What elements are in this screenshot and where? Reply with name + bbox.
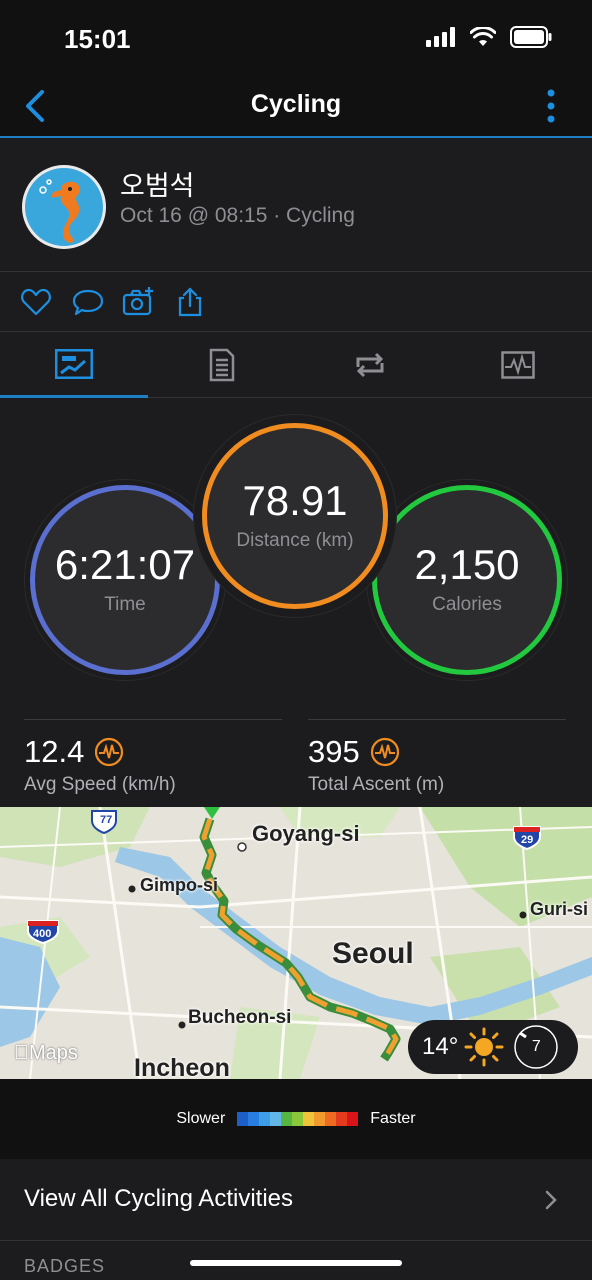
time-label: Time [104,594,146,615]
map-label-gimpo: Gimpo-si [140,875,219,895]
total-ascent-label: Total Ascent (m) [308,774,445,795]
tab-laps[interactable] [296,332,444,398]
tab-overview[interactable] [0,332,148,398]
sun-icon [464,1027,504,1067]
wifi-icon [470,27,496,46]
badges-heading: BADGES [24,1256,106,1276]
user-name[interactable]: 오범석 [120,164,195,203]
apple-maps-logo: Maps [14,1042,78,1064]
status-bar: 15:01 [0,0,592,78]
like-heart-icon[interactable] [20,286,52,318]
weather-temp: 14° [422,1033,459,1060]
page-title: Cycling [250,90,342,118]
avg-speed-label: Avg Speed (km/h) [24,774,176,795]
map-label-incheon: Incheon [134,1054,230,1079]
legend-segment-6 [303,1112,315,1126]
wind-indicator: 7 [512,1023,560,1071]
comment-icon[interactable] [72,286,104,318]
pulse-chart-icon [370,737,399,767]
share-icon[interactable] [174,286,206,318]
calories-value: 2,150 [414,541,520,588]
tab-charts[interactable] [444,332,592,398]
legend-segment-2 [259,1112,271,1126]
legend-slower: Slower [176,1110,226,1127]
map-label-guri: Guri-si [530,899,589,919]
avatar[interactable] [22,165,106,249]
weather-badge[interactable]: 14° 7 [408,1020,578,1074]
map-label-bucheon: Bucheon-si [188,1007,292,1028]
calories-ring: 2,150 Calories [372,485,562,675]
battery-icon [510,26,552,48]
route-map[interactable]: 77 29 400 Goyang-si Gimpo-si Seoul Guri-… [0,807,592,1079]
signal-icon [426,27,455,47]
activity-tabs [0,332,592,398]
legend-faster: Faster [370,1110,416,1127]
legend-segment-0 [237,1112,249,1126]
highway-shield-400: 400 [33,928,52,940]
activity-chart-icon [501,351,535,379]
speed-gradient-bar [237,1112,359,1126]
time-value: 6:21:07 [54,541,196,588]
seahorse-icon [39,179,80,243]
legend-segment-9 [336,1112,348,1126]
legend-segment-10 [347,1112,359,1126]
view-all-label: View All Cycling Activities [24,1185,293,1212]
overview-chart-icon [55,348,93,379]
legend-segment-5 [292,1112,304,1126]
status-icons [426,26,552,48]
highway-shield-29: 29 [521,834,534,846]
add-photo-icon[interactable] [122,286,154,318]
legend-segment-1 [248,1112,260,1126]
pulse-chart-icon [95,737,124,767]
speed-legend: Slower Faster [0,1079,592,1159]
wind-speed: 7 [531,1038,541,1055]
status-time: 15:01 [64,24,131,54]
avg-speed-metric[interactable]: 12.4 Avg Speed (km/h) [24,719,282,796]
repeat-icon [356,352,384,378]
legend-segment-7 [314,1112,326,1126]
map-label-goyang: Goyang-si [252,821,360,846]
distance-value: 78.91 [242,477,348,524]
nav-bar: Cycling [0,78,592,138]
highway-shield-77: 77 [100,814,113,826]
more-options-icon[interactable] [546,88,556,124]
stats-panel: 6:21:07 Time 2,150 Calories 78.91 Distan… [0,399,592,807]
total-ascent-metric[interactable]: 395 Total Ascent (m) [308,719,566,796]
calories-label: Calories [432,594,502,615]
apple-logo-icon:  [14,1042,29,1064]
legend-segment-3 [270,1112,282,1126]
map-label-seoul: Seoul [332,937,414,970]
document-icon [209,348,235,382]
legend-segment-8 [325,1112,337,1126]
home-indicator[interactable] [190,1260,402,1266]
activity-date: Oct 16 @ 08:15 · Cycling [120,204,355,227]
tab-details[interactable] [148,332,296,398]
action-row [0,272,592,332]
activity-header: 오범석 Oct 16 @ 08:15 · Cycling [0,140,592,272]
chevron-right-icon [545,1190,557,1210]
total-ascent-value: 395 [308,734,360,769]
view-all-cycling-activities[interactable]: View All Cycling Activities [0,1159,592,1241]
distance-label: Distance (km) [236,530,354,551]
legend-segment-4 [281,1112,293,1126]
time-ring: 6:21:07 Time [30,485,220,675]
avg-speed-value: 12.4 [24,734,85,769]
distance-ring: 78.91 Distance (km) [202,423,388,609]
